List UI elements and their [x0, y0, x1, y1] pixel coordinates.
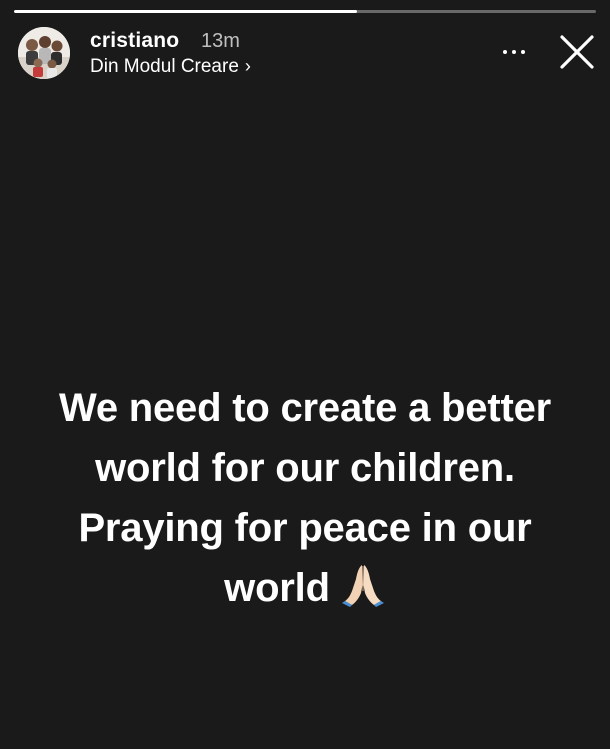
- story-header: cristiano 13m Din Modul Creare ›: [18, 26, 598, 80]
- folded-hands-icon: [340, 561, 386, 624]
- story-username[interactable]: cristiano: [90, 29, 179, 53]
- story-text-line-last: world: [0, 558, 610, 624]
- story-text-line: world for our children.: [95, 446, 515, 490]
- chevron-right-icon: ›: [244, 56, 251, 76]
- story-progress-bar: [14, 10, 596, 13]
- close-icon: [560, 35, 594, 69]
- story-text: We need to create a better world for our…: [0, 378, 610, 624]
- story-text-line: Praying for peace in our: [78, 506, 532, 550]
- close-button[interactable]: [557, 32, 597, 72]
- avatar[interactable]: [18, 27, 70, 79]
- story-timestamp: 13m: [201, 30, 240, 52]
- create-mode-link[interactable]: Din Modul Creare ›: [90, 56, 251, 78]
- story-progress-fill: [14, 10, 358, 13]
- story-text-line: We need to create a better: [58, 386, 551, 430]
- story-text-line: world: [224, 566, 330, 610]
- story-view[interactable]: cristiano 13m Din Modul Creare › We need …: [0, 0, 610, 749]
- more-options-button[interactable]: [497, 36, 531, 66]
- create-mode-label: Din Modul Creare: [90, 56, 239, 77]
